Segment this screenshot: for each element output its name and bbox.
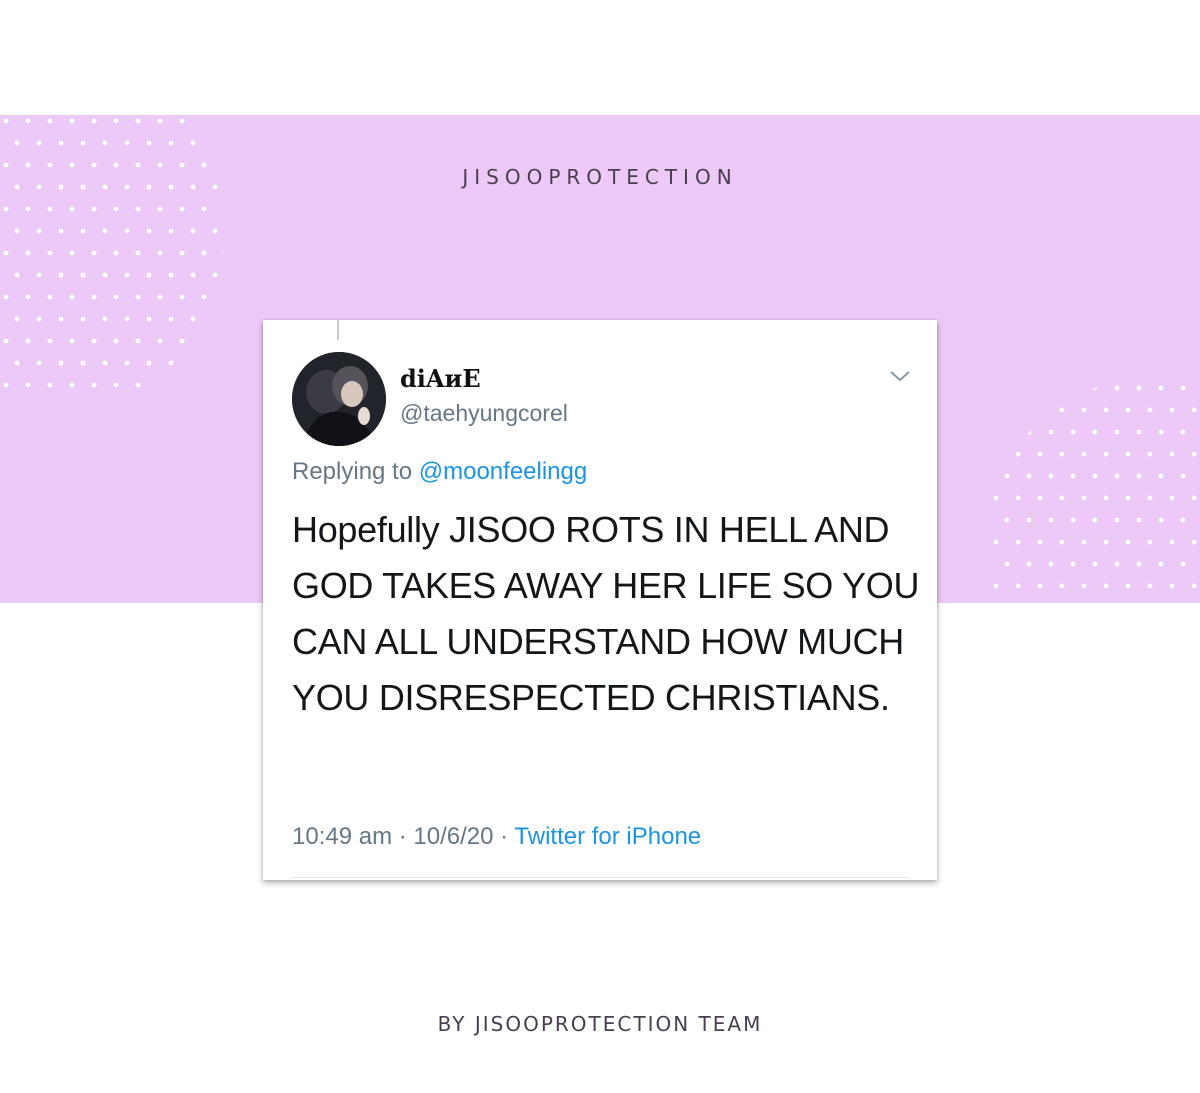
display-name[interactable]: diAиE [400,364,481,393]
user-handle[interactable]: @taehyungcorel [400,400,568,427]
brand-title: JISOOPROTECTION [462,165,738,189]
dot-pattern-left [3,118,225,388]
replying-to-line: Replying to @moonfeelingg [292,458,587,486]
avatar[interactable] [292,352,386,446]
replying-to-label: Replying to [292,458,413,485]
dot-pattern-right [993,385,1197,589]
chevron-down-icon[interactable] [887,366,913,386]
tweet-source-link[interactable]: Twitter for iPhone [514,823,701,850]
card-divider [292,877,908,878]
meta-separator: · [500,823,509,850]
reply-mention-link[interactable]: @moonfeelingg [419,458,587,485]
footer-credit: BY JISOOPROTECTION TEAM [437,1012,763,1036]
tweet-meta: 10:49 am · 10/6/20 · Twitter for iPhone [292,823,701,851]
tweet-card: diAиE @taehyungcorel Replying to @moonfe… [263,320,937,880]
tweet-date[interactable]: 10/6/20 [413,823,493,850]
tweet-time[interactable]: 10:49 am [292,823,392,850]
thread-line [337,320,339,340]
tweet-text: Hopefully JISOO ROTS IN HELL AND GOD TAK… [292,509,920,718]
meta-separator: · [398,823,407,850]
